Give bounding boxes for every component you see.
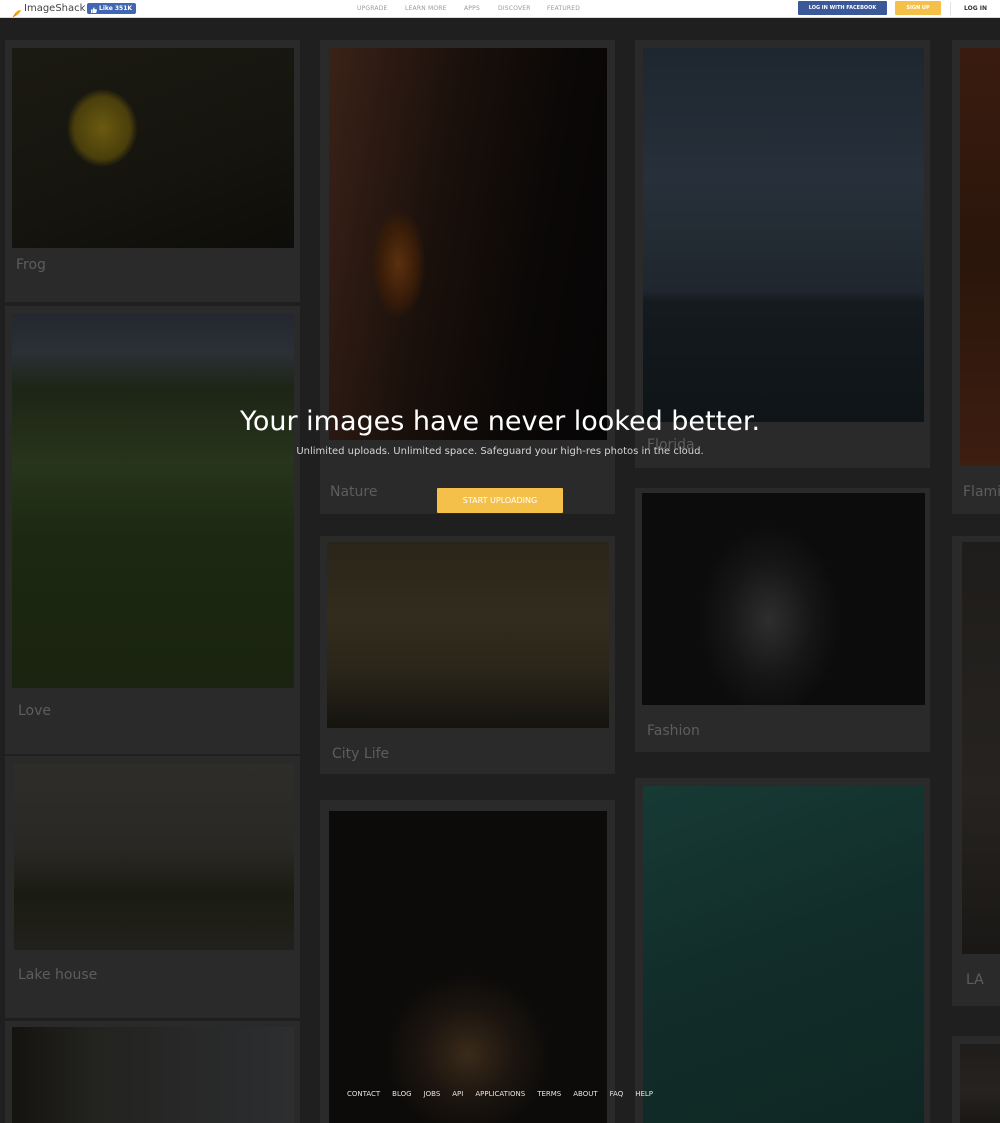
photo xyxy=(960,1044,1000,1123)
footer-links: CONTACT BLOG JOBS API APPLICATIONS TERMS… xyxy=(0,1087,1000,1101)
footer-link-terms[interactable]: TERMS xyxy=(537,1087,561,1101)
photo-card-nature[interactable]: Nature xyxy=(320,40,615,514)
lake-house-photo xyxy=(14,764,294,950)
photo-caption: LA xyxy=(966,972,984,988)
photo-card-city-life[interactable]: City Life xyxy=(320,536,615,774)
photo-card-la[interactable]: LA xyxy=(952,536,1000,1006)
photo-caption: Flami xyxy=(963,484,1000,500)
frog-photo xyxy=(12,48,294,248)
photo-card-fashion[interactable]: Fashion xyxy=(635,488,930,752)
portrait-photo xyxy=(642,493,925,705)
photo-card-love[interactable]: Love xyxy=(5,306,300,754)
photo-card-flamingo[interactable]: Flami xyxy=(952,40,1000,514)
photo-grid: Frog Love Lake house Nature City Life Fl… xyxy=(0,18,1000,1123)
photo-caption: Frog xyxy=(16,257,46,273)
footer-link-faq[interactable]: FAQ xyxy=(610,1087,624,1101)
photo-card-frog[interactable]: Frog xyxy=(5,40,300,302)
la-photo xyxy=(962,542,1000,954)
hero-title: Your images have never looked better. xyxy=(239,406,761,437)
footer-link-contact[interactable]: CONTACT xyxy=(347,1087,380,1101)
login-link[interactable]: LOG IN xyxy=(964,0,987,17)
facebook-like-label: Like 351K xyxy=(99,5,133,12)
hero-subtitle: Unlimited uploads. Unlimited space. Safe… xyxy=(296,446,704,457)
photo-card-lake-house[interactable]: Lake house xyxy=(5,756,300,1018)
photo-card[interactable] xyxy=(952,1036,1000,1123)
nav-upgrade[interactable]: UPGRADE xyxy=(357,0,388,18)
photo xyxy=(12,1027,294,1123)
photo-caption: Lake house xyxy=(18,967,98,983)
logo-text: ImageShack xyxy=(24,3,86,14)
boat-photo xyxy=(643,786,924,1123)
sea-photo xyxy=(643,48,924,422)
nav-featured[interactable]: FEATURED xyxy=(547,0,580,18)
flamingo-photo xyxy=(960,48,1000,466)
photo-card[interactable] xyxy=(320,800,615,1123)
thumbs-up-icon xyxy=(91,6,97,13)
divider xyxy=(950,2,951,15)
photo-card[interactable] xyxy=(635,778,930,1123)
wolf-photo xyxy=(329,811,607,1123)
footer-link-blog[interactable]: BLOG xyxy=(392,1087,411,1101)
facebook-like-button[interactable]: Like 351K xyxy=(87,3,137,14)
nav-discover[interactable]: DISCOVER xyxy=(498,0,531,18)
footer-link-about[interactable]: ABOUT xyxy=(573,1087,597,1101)
top-bar: ImageShack Like 351K UPGRADE LEARN MORE … xyxy=(0,0,1000,18)
nav-apps[interactable]: APPS xyxy=(464,0,480,18)
canyon-photo xyxy=(329,48,607,440)
nav-learn-more[interactable]: LEARN MORE xyxy=(405,0,447,18)
hills-photo xyxy=(12,314,294,688)
cyclist-photo xyxy=(327,542,609,728)
photo-card-florida[interactable]: Florida xyxy=(635,40,930,468)
footer-link-jobs[interactable]: JOBS xyxy=(424,1087,441,1101)
start-uploading-button[interactable]: START UPLOADING xyxy=(437,488,563,513)
facebook-login-button[interactable]: LOG IN WITH FACEBOOK xyxy=(798,1,887,15)
logo[interactable]: ImageShack xyxy=(12,3,86,18)
photo-caption: Love xyxy=(18,703,52,719)
photo-caption: Nature xyxy=(330,484,378,500)
footer-link-api[interactable]: API xyxy=(452,1087,463,1101)
photo-caption: City Life xyxy=(332,746,390,762)
photo-caption: Fashion xyxy=(647,723,700,739)
signup-button[interactable]: SIGN UP xyxy=(895,1,941,15)
photo-card[interactable] xyxy=(5,1021,300,1123)
footer-link-applications[interactable]: APPLICATIONS xyxy=(475,1087,525,1101)
footer-link-help[interactable]: HELP xyxy=(635,1087,653,1101)
imageshack-logo-icon xyxy=(12,4,22,18)
